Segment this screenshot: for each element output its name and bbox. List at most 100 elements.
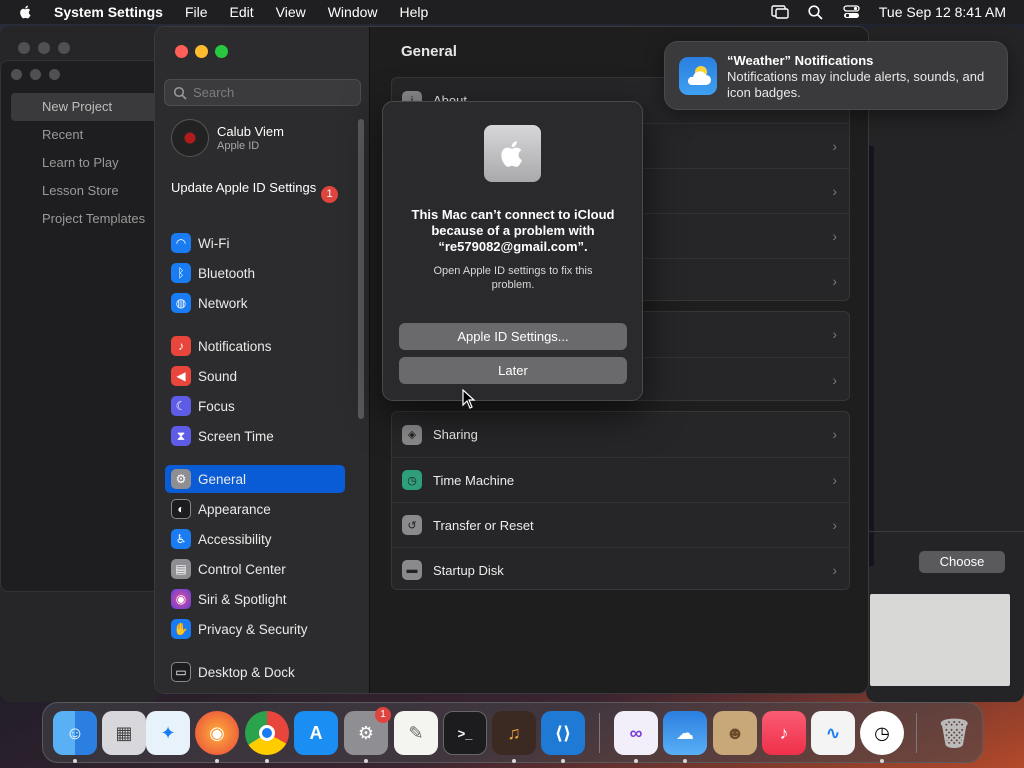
garageband-icon[interactable]: ♫ bbox=[492, 711, 536, 755]
row-time-machine[interactable]: ◷ Time Machine › bbox=[392, 457, 849, 502]
sharing-icon: ◈ bbox=[402, 424, 422, 445]
menu-edit[interactable]: Edit bbox=[230, 4, 254, 20]
chevron-right-icon: › bbox=[832, 426, 837, 442]
apple-id-account[interactable]: Calub Viem Apple ID bbox=[171, 119, 284, 157]
apple-menu-icon[interactable] bbox=[16, 4, 36, 20]
choose-button[interactable]: Choose bbox=[919, 551, 1005, 573]
gear-icon: ⚙ bbox=[171, 469, 191, 489]
weather-notification[interactable]: “Weather” Notifications Notifications ma… bbox=[664, 41, 1008, 110]
safari-icon[interactable]: ✦ bbox=[146, 711, 190, 755]
zoom-button[interactable] bbox=[215, 45, 228, 58]
list-item-lesson-store[interactable]: Lesson Store bbox=[11, 177, 161, 205]
chrome-icon[interactable] bbox=[245, 711, 289, 755]
later-button[interactable]: Later bbox=[399, 357, 627, 384]
menu-clock[interactable]: Tue Sep 12 8:41 AM bbox=[879, 4, 1006, 20]
notification-title: “Weather” Notifications bbox=[727, 53, 874, 68]
bell-icon: ♪ bbox=[171, 336, 191, 356]
sidebar-item-appearance[interactable]: ◐ Appearance bbox=[165, 495, 345, 523]
sidebar-item-network[interactable]: ◍ Network bbox=[165, 289, 345, 317]
freeform-icon[interactable]: ∿ bbox=[811, 711, 855, 755]
spotlight-search-icon[interactable] bbox=[807, 4, 825, 20]
list-item-learn-to-play[interactable]: Learn to Play bbox=[11, 149, 161, 177]
update-apple-id-settings[interactable]: Update Apple ID Settings bbox=[171, 180, 341, 196]
screen-mirroring-icon[interactable] bbox=[771, 4, 789, 20]
project-chooser-window: New Project Recent Learn to Play Lesson … bbox=[0, 60, 161, 592]
page-title: General bbox=[401, 43, 457, 60]
control-center-menu-icon[interactable] bbox=[843, 4, 861, 20]
apple-id-settings-button[interactable]: Apple ID Settings... bbox=[399, 323, 627, 350]
icloud-alert-dialog: This Mac can’t connect to iCloud because… bbox=[382, 101, 643, 401]
dock-separator bbox=[599, 713, 600, 753]
list-item-new-project[interactable]: New Project bbox=[11, 93, 161, 121]
avatar bbox=[171, 119, 209, 157]
minimize-button[interactable] bbox=[195, 45, 208, 58]
contacts-icon[interactable]: ☻ bbox=[713, 711, 757, 755]
weather-dock-icon[interactable]: ☁ bbox=[663, 711, 707, 755]
clock-icon[interactable]: ◷ bbox=[860, 711, 904, 755]
vscode-icon[interactable]: ⟨⟩ bbox=[541, 711, 585, 755]
sidebar-item-label: Screen Time bbox=[198, 428, 274, 444]
row-startup-disk[interactable]: ▬ Startup Disk › bbox=[392, 547, 849, 592]
control-center-icon: ▤ bbox=[171, 559, 191, 579]
running-indicator bbox=[215, 759, 219, 763]
menu-help[interactable]: Help bbox=[400, 4, 429, 20]
sidebar-item-desktop-dock[interactable]: ▭ Desktop & Dock bbox=[165, 658, 345, 686]
search-icon bbox=[173, 86, 187, 100]
search-field[interactable] bbox=[164, 79, 361, 106]
bg-minimize-dot bbox=[38, 42, 50, 54]
sidebar-item-label: Control Center bbox=[198, 561, 286, 577]
sidebar-item-control-center[interactable]: ▤ Control Center bbox=[165, 555, 345, 583]
sidebar-item-label: Notifications bbox=[198, 338, 272, 354]
menu-file[interactable]: File bbox=[185, 4, 208, 20]
account-name: Calub Viem bbox=[217, 124, 284, 139]
trash-icon[interactable]: 🗑 bbox=[932, 711, 976, 755]
finder-icon[interactable]: ☺ bbox=[53, 711, 97, 755]
sidebar: Calub Viem Apple ID Update Apple ID Sett… bbox=[155, 27, 370, 693]
sidebar-scrollbar[interactable] bbox=[358, 119, 364, 419]
template-thumbnail[interactable] bbox=[870, 594, 1010, 686]
sidebar-item-siri-spotlight[interactable]: ◉ Siri & Spotlight bbox=[165, 585, 345, 613]
sidebar-item-sound[interactable]: ◀ Sound bbox=[165, 362, 345, 390]
visual-studio-icon[interactable]: ∞ bbox=[614, 711, 658, 755]
sidebar-item-accessibility[interactable]: ♿ Accessibility bbox=[165, 525, 345, 553]
search-input[interactable] bbox=[193, 85, 353, 100]
notification-body: Notifications may include alerts, sounds… bbox=[727, 69, 985, 100]
appearance-icon: ◐ bbox=[171, 499, 191, 519]
row-transfer-reset[interactable]: ↺ Transfer or Reset › bbox=[392, 502, 849, 547]
wifi-icon: ◠ bbox=[171, 233, 191, 253]
chevron-right-icon: › bbox=[832, 472, 837, 488]
terminal-icon[interactable]: >_ bbox=[443, 711, 487, 755]
sidebar-item-focus[interactable]: ☾ Focus bbox=[165, 392, 345, 420]
firefox-icon[interactable]: ◉ bbox=[195, 711, 239, 755]
chevron-right-icon: › bbox=[832, 372, 837, 388]
row-sharing[interactable]: ◈ Sharing › bbox=[392, 412, 849, 457]
sidebar-item-screen-time[interactable]: ⧗ Screen Time bbox=[165, 422, 345, 450]
sidebar-item-bluetooth[interactable]: ᛒ Bluetooth bbox=[165, 259, 345, 287]
app-store-icon[interactable]: A bbox=[294, 711, 338, 755]
list-item-project-templates[interactable]: Project Templates bbox=[11, 205, 161, 233]
row-label: Transfer or Reset bbox=[433, 517, 534, 533]
sidebar-item-label: Wi-Fi bbox=[198, 235, 230, 251]
sidebar-item-privacy-security[interactable]: ✋ Privacy & Security bbox=[165, 615, 345, 643]
launchpad-icon[interactable]: ▦ bbox=[102, 711, 146, 755]
menu-view[interactable]: View bbox=[276, 4, 306, 20]
sidebar-item-wifi[interactable]: ◠ Wi-Fi bbox=[165, 229, 345, 257]
sidebar-item-label: Desktop & Dock bbox=[198, 664, 295, 680]
sidebar-item-label: Privacy & Security bbox=[198, 621, 308, 637]
menu-window[interactable]: Window bbox=[328, 4, 378, 20]
dock-icon: ▭ bbox=[171, 662, 191, 682]
textedit-icon[interactable]: ✎ bbox=[394, 711, 438, 755]
menu-app-name[interactable]: System Settings bbox=[54, 4, 163, 20]
sidebar-item-general[interactable]: ⚙ General bbox=[165, 465, 345, 493]
list-item-recent[interactable]: Recent bbox=[11, 121, 161, 149]
time-machine-icon: ◷ bbox=[402, 470, 422, 490]
settings-group-3: ◈ Sharing › ◷ Time Machine › ↺ Transfer or Re… bbox=[391, 411, 850, 590]
close-button[interactable] bbox=[175, 45, 188, 58]
bg-divider bbox=[866, 531, 1024, 532]
mouse-cursor-icon bbox=[462, 389, 476, 409]
music-icon[interactable]: ♪ bbox=[762, 711, 806, 755]
running-indicator bbox=[73, 759, 77, 763]
sidebar-item-notifications[interactable]: ♪ Notifications bbox=[165, 332, 345, 360]
running-indicator bbox=[634, 759, 638, 763]
chevron-right-icon: › bbox=[832, 138, 837, 154]
